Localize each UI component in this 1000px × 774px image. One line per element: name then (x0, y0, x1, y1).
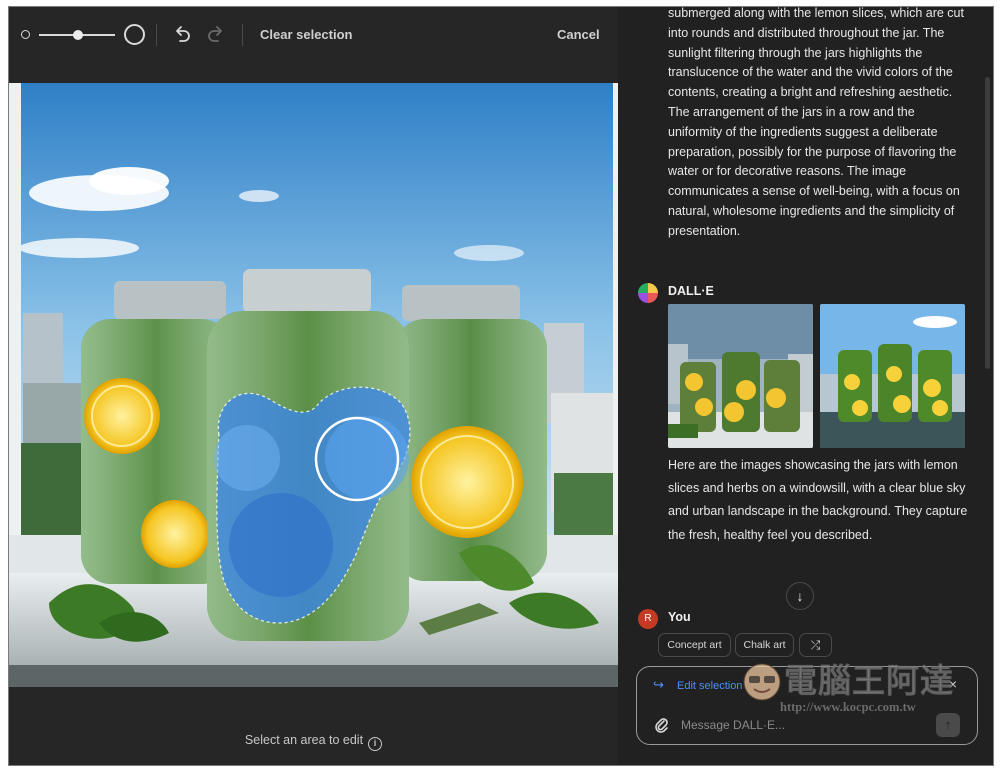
editor-footer: Select an area to edit i (9, 687, 618, 765)
edit-canvas[interactable] (9, 83, 618, 687)
suggestion-chalk-art[interactable]: Chalk art (735, 633, 794, 657)
generated-image-2-graphic (820, 304, 965, 448)
undo-icon (176, 26, 190, 42)
toolbar-divider (156, 24, 157, 46)
brush-size-slider-thumb[interactable] (73, 30, 83, 40)
toolbar-divider (242, 24, 243, 46)
chat-panel: submerged along with the lemon slices, w… (618, 7, 993, 765)
image-editor: Clear selection Cancel Select an area to… (9, 7, 618, 765)
user-name: You (668, 610, 691, 624)
arrow-down-icon[interactable]: ↓ (786, 582, 814, 610)
brush-size-large-icon[interactable] (124, 24, 145, 45)
image-with-selection[interactable] (9, 83, 618, 687)
suggestion-concept-art[interactable]: Concept art (658, 633, 731, 657)
select-area-hint: Select an area to edit i (9, 733, 618, 751)
edit-selection-arrow-icon: ↪ (653, 677, 664, 692)
generated-image-1-graphic (668, 304, 813, 448)
assistant-reply-text: Here are the images showcasing the jars … (668, 458, 968, 542)
redo-button[interactable] (206, 23, 226, 45)
shuffle-icon[interactable]: ⤮ (799, 633, 832, 657)
undo-button[interactable] (172, 23, 192, 45)
close-icon[interactable]: × (945, 676, 961, 692)
send-arrow-icon[interactable]: ↑ (936, 713, 960, 737)
generated-image-1[interactable] (668, 304, 813, 448)
paperclip-icon[interactable] (653, 716, 669, 734)
cancel-button[interactable]: Cancel (557, 27, 600, 42)
generated-image-2[interactable] (820, 304, 965, 448)
message-composer: ↪ Edit selection × ↑ (636, 666, 978, 745)
brush-size-small-icon[interactable] (21, 30, 30, 39)
assistant-description-text: submerged along with the lemon slices, w… (668, 6, 964, 238)
paperclip-icon-graphic (655, 718, 668, 733)
user-avatar: R (638, 609, 658, 629)
assistant-name: DALL·E (668, 284, 714, 298)
clear-selection-button[interactable]: Clear selection (260, 27, 353, 42)
edit-selection-label: Edit selection (677, 680, 743, 692)
editor-toolbar: Clear selection Cancel (9, 7, 618, 83)
redo-icon (208, 26, 222, 42)
chat-scrollbar[interactable] (985, 77, 990, 369)
info-icon[interactable]: i (368, 737, 383, 751)
select-area-hint-label: Select an area to edit (244, 733, 364, 747)
app-window: Clear selection Cancel Select an area to… (8, 6, 994, 766)
dalle-avatar (638, 283, 658, 303)
message-input[interactable] (681, 716, 921, 734)
